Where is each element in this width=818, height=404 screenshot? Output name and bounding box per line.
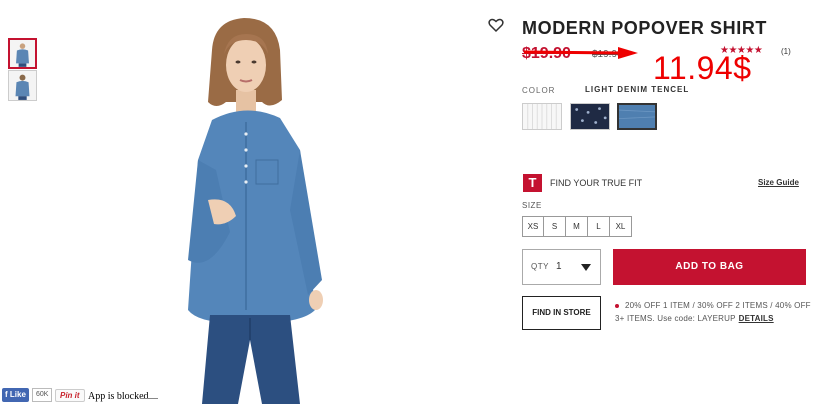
swatch-light-denim[interactable] xyxy=(617,103,657,130)
heart-icon[interactable] xyxy=(488,17,504,33)
find-in-store-button[interactable]: FIND IN STORE xyxy=(522,296,601,330)
size-guide-link[interactable]: Size Guide xyxy=(758,178,799,187)
thumbnail-front-image xyxy=(10,40,35,67)
annotation-arrow-icon xyxy=(523,47,638,59)
selected-color-name: LIGHT DENIM TENCEL xyxy=(585,85,690,94)
swatch-white-stripe[interactable] xyxy=(522,103,562,130)
color-label: COLOR xyxy=(522,86,556,95)
quantity-label: QTY xyxy=(531,262,549,271)
app-blocked-message: App is blocked xyxy=(88,391,149,402)
size-label: SIZE xyxy=(522,201,542,210)
size-selector: XS S M L XL xyxy=(522,216,632,237)
promo-details-link[interactable]: DETAILS xyxy=(739,314,774,323)
product-main-image xyxy=(188,18,323,404)
swatch-navy-print[interactable] xyxy=(570,103,610,130)
size-option-xl[interactable]: XL xyxy=(610,216,632,237)
size-option-s[interactable]: S xyxy=(544,216,566,237)
facebook-like-button[interactable]: f Like xyxy=(2,388,29,402)
annotated-new-price: 11.94$ xyxy=(653,50,752,86)
promo-code-text: 3+ ITEMS. Use code: LAYERUP xyxy=(615,314,736,323)
size-option-xs[interactable]: XS xyxy=(522,216,544,237)
swatch-navy-print-pattern xyxy=(571,104,609,129)
swatch-white-stripe-pattern xyxy=(523,104,561,129)
truefit-logo-icon: T xyxy=(523,174,542,192)
size-option-l[interactable]: L xyxy=(588,216,610,237)
size-option-m[interactable]: M xyxy=(566,216,588,237)
promo-text-line2: 3+ ITEMS. Use code: LAYERUP DETAILS xyxy=(615,314,774,323)
facebook-like-label: Like xyxy=(9,390,26,399)
swatch-light-denim-pattern xyxy=(619,105,655,128)
thumbnail-back[interactable] xyxy=(8,70,37,101)
chevron-down-icon xyxy=(581,264,591,271)
quantity-select[interactable]: QTY 1 xyxy=(522,249,601,285)
pinterest-pin-button[interactable]: Pin it xyxy=(55,389,85,402)
promo-text-line1: 20% OFF 1 ITEM / 30% OFF 2 ITEMS / 40% O… xyxy=(625,301,811,310)
add-to-bag-button[interactable]: ADD TO BAG xyxy=(613,249,806,285)
app-blocked-divider xyxy=(140,398,158,399)
find-true-fit-link[interactable]: FIND YOUR TRUE FIT xyxy=(550,178,642,188)
review-count[interactable]: (1) xyxy=(781,47,791,56)
facebook-like-count: 60K xyxy=(32,388,53,402)
thumbnail-front[interactable] xyxy=(8,38,37,69)
promo-bullet-icon xyxy=(615,304,619,308)
thumbnail-back-image xyxy=(9,71,36,100)
quantity-value: 1 xyxy=(556,261,562,272)
product-title: MODERN POPOVER SHIRT xyxy=(522,18,768,38)
